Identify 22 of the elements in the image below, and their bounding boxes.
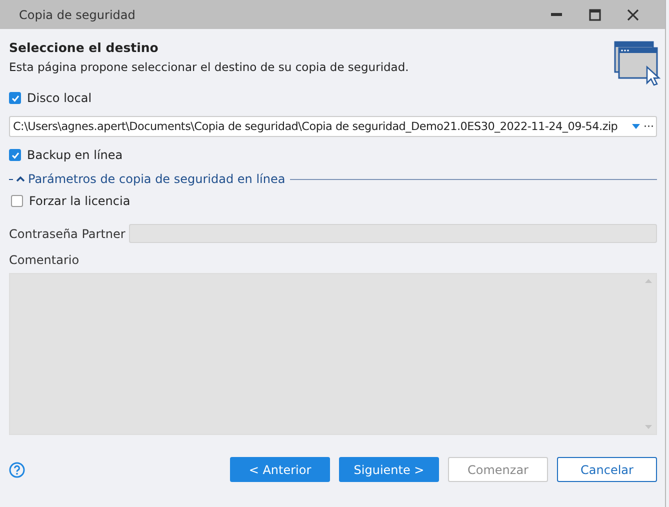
online-backup-checkbox[interactable]: Backup en línea: [9, 146, 657, 164]
wizard-button[interactable]: < Anterior: [230, 457, 330, 482]
path-combo-field[interactable]: C:\Users\agnes.apert\Documents\Copia de seguridad\Copia de seguridad_Demo21.0ES30_2022-11-24_09-54.zip ···: [9, 116, 657, 137]
dropdown-arrow-icon[interactable]: [632, 124, 640, 129]
help-icon[interactable]: [9, 462, 25, 478]
wizard-button[interactable]: Cancelar: [557, 457, 657, 482]
checkmark-icon: [10, 94, 20, 102]
browse-button[interactable]: ···: [644, 120, 654, 133]
maximize-icon[interactable]: [589, 8, 601, 20]
wizard-button[interactable]: Siguiente >: [339, 457, 439, 482]
window-title: Copia de seguridad: [19, 8, 136, 22]
page-heading: Seleccione el destino: [9, 40, 160, 55]
section-title[interactable]: Parámetros de copia de seguridad en línea: [28, 172, 286, 186]
force-license-checkbox[interactable]: Forzar la licencia: [11, 192, 657, 210]
collapse-chevron-icon[interactable]: [16, 176, 25, 182]
checkmark-icon: [10, 150, 20, 160]
minimize-icon[interactable]: [551, 12, 563, 16]
field-label: Contraseña Partner: [9, 226, 126, 240]
field-label: Comentario: [9, 253, 80, 267]
local-disk-checkbox[interactable]: Disco local: [9, 89, 657, 107]
close-icon[interactable]: [627, 8, 639, 20]
page-description: Esta página propone seleccionar el destino de su copia de seguridad.: [9, 60, 409, 74]
